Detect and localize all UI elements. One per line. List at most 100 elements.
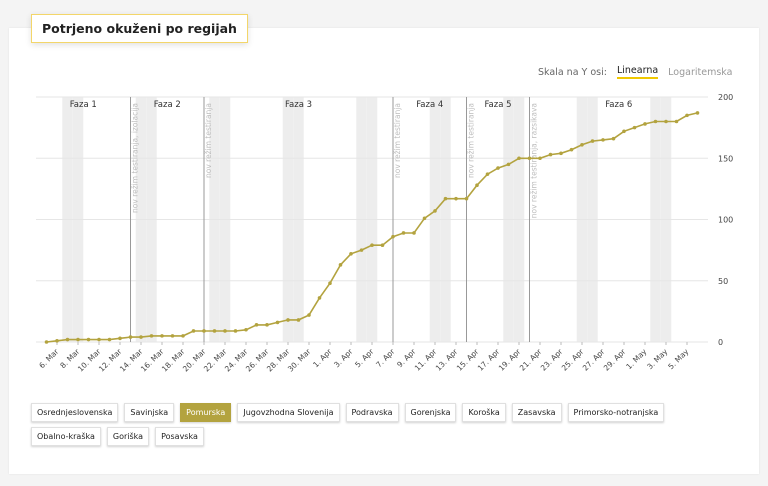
data-point <box>664 119 668 124</box>
region-button-zasavska[interactable]: Zasavska <box>511 403 562 422</box>
data-point <box>370 243 374 248</box>
region-button-podravska[interactable]: Podravska <box>345 403 399 422</box>
data-point <box>475 183 479 187</box>
phase-label: Faza 6 <box>605 100 632 110</box>
data-point <box>338 263 343 267</box>
x-tick-label: 30. Mar <box>286 346 313 373</box>
annotation-label: nov režim testiranja <box>393 103 402 178</box>
data-point <box>506 162 511 167</box>
data-point <box>527 156 532 161</box>
data-point <box>422 216 427 221</box>
data-point <box>580 142 584 147</box>
data-point <box>517 156 521 161</box>
region-button-koro-ka[interactable]: Koroška <box>462 403 506 422</box>
annotation-label: nov režim testiranja <box>467 103 476 178</box>
data-point <box>485 172 490 176</box>
x-tick-label: 29. Apr <box>602 346 628 372</box>
data-point <box>275 320 280 325</box>
data-point <box>674 119 679 124</box>
data-point <box>496 166 500 170</box>
phase-label: Faza 5 <box>484 100 511 110</box>
region-button-savinjska[interactable]: Savinjska <box>124 403 175 422</box>
data-point <box>212 329 217 333</box>
data-point <box>433 209 437 213</box>
x-tick-label: 6. Mar <box>37 346 61 370</box>
data-point <box>65 337 70 342</box>
y-tick-label: 150 <box>718 154 733 163</box>
data-point <box>181 334 185 338</box>
annotation-label: nov režim testiranja, razsikava <box>530 103 539 218</box>
region-button-primorsko-notranjska[interactable]: Primorsko-notranjska <box>567 403 665 422</box>
data-point <box>149 334 154 338</box>
region-filter: Osrednjeslovenska Savinjska Pomurska Jugovz… <box>31 403 731 446</box>
data-point <box>128 335 133 339</box>
data-point <box>170 334 175 338</box>
annotation-label: nov režim testiranja, izolacija <box>131 103 140 213</box>
phase-label: Faza 4 <box>416 100 443 110</box>
data-point <box>118 336 122 341</box>
data-point <box>223 329 227 333</box>
data-point <box>643 122 647 126</box>
region-button-osrednjeslovenska[interactable]: Osrednjeslovenska <box>31 403 119 422</box>
data-point <box>590 139 595 143</box>
x-tick-label: 3. May <box>645 347 669 371</box>
data-point <box>443 196 448 201</box>
data-point <box>412 231 416 235</box>
y-tick-label: 200 <box>718 93 733 102</box>
data-point <box>349 252 353 256</box>
data-point <box>191 329 196 333</box>
data-point <box>464 196 469 201</box>
data-point <box>317 296 322 300</box>
x-tick-label: 5. May <box>666 347 690 371</box>
x-tick-label: 1. Apr <box>311 346 334 369</box>
data-point <box>307 313 311 317</box>
data-point <box>548 152 553 157</box>
data-point <box>44 340 49 344</box>
data-point <box>97 337 101 342</box>
region-button-jugovzhodna-slovenija[interactable]: Jugovzhodna Slovenija <box>237 403 340 422</box>
region-button-gori-ka[interactable]: Goriška <box>106 427 150 446</box>
x-tick-label: 5. Apr <box>353 346 376 369</box>
data-point <box>160 334 164 338</box>
data-point <box>107 337 112 342</box>
data-point <box>391 234 395 239</box>
phase-label: Faza 1 <box>70 100 97 110</box>
data-point <box>265 323 269 327</box>
region-button-posavska[interactable]: Posavska <box>155 427 204 446</box>
region-button-pomurska[interactable]: Pomurska <box>180 403 232 422</box>
data-point <box>254 323 259 327</box>
annotation-label: nov režim testiranja <box>204 103 213 178</box>
data-point <box>685 113 689 118</box>
region-button-gorenjska[interactable]: Gorenjska <box>404 403 457 422</box>
data-point <box>569 147 574 152</box>
data-point <box>76 337 80 342</box>
data-point <box>695 111 700 115</box>
phase-label: Faza 2 <box>154 100 181 110</box>
y-tick-label: 100 <box>718 216 733 225</box>
data-point <box>55 338 59 343</box>
data-point <box>359 248 364 252</box>
data-point <box>611 136 616 141</box>
data-point <box>632 125 637 130</box>
data-point <box>328 281 332 286</box>
region-button-obalno-kra-ka[interactable]: Obalno-kraška <box>31 427 101 446</box>
data-point <box>601 138 605 142</box>
data-point <box>380 243 385 248</box>
data-point <box>538 156 542 161</box>
data-point <box>653 119 658 124</box>
data-point <box>454 196 458 201</box>
data-point <box>233 329 238 333</box>
data-point <box>139 335 143 339</box>
data-point <box>244 327 248 332</box>
data-point <box>202 329 206 333</box>
data-point <box>86 337 91 342</box>
x-tick-label: 1. May <box>624 347 648 371</box>
data-point <box>401 231 406 235</box>
x-tick-label: 3. Apr <box>332 346 355 369</box>
data-point <box>622 129 626 134</box>
x-tick-label: 7. Apr <box>374 346 397 369</box>
y-tick-label: 0 <box>718 338 723 347</box>
data-point <box>296 318 301 322</box>
data-point <box>286 318 290 322</box>
y-tick-label: 50 <box>718 277 728 286</box>
